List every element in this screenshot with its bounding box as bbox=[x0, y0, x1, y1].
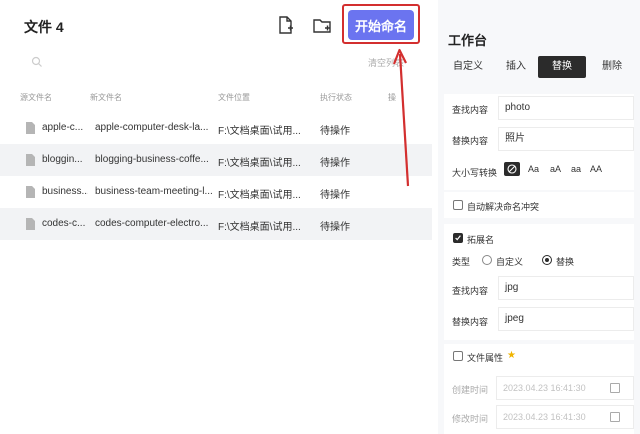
col-location: 文件位置 bbox=[218, 93, 250, 102]
type-replace-label: 替换 bbox=[556, 257, 575, 267]
replace-input[interactable]: 照片 bbox=[498, 127, 634, 151]
file-icon bbox=[26, 122, 35, 134]
col-status: 执行状态 bbox=[320, 93, 352, 102]
type-radio-replace[interactable] bbox=[542, 255, 552, 265]
case-label: 大小写转换 bbox=[452, 168, 498, 178]
new-name: business-team-meeting-l... bbox=[95, 186, 213, 197]
auto-conflict-label: 自动解决命名冲突 bbox=[467, 202, 540, 212]
file-toolbar: 文件 4 开始命名 bbox=[0, 0, 432, 50]
file-count-title: 文件 4 bbox=[24, 19, 64, 35]
source-name: codes-c... bbox=[42, 218, 86, 229]
table-row[interactable]: bloggin... blogging-business-coffe... F:… bbox=[0, 144, 432, 176]
new-name: blogging-business-coffe... bbox=[95, 154, 209, 165]
new-name: apple-computer-desk-la... bbox=[95, 122, 209, 133]
no-case-icon bbox=[507, 164, 517, 174]
table-header: 源文件名 新文件名 文件位置 执行状态 操 bbox=[0, 88, 432, 108]
auto-conflict-checkbox[interactable] bbox=[453, 200, 463, 210]
case-option-Aa[interactable]: Aa bbox=[528, 164, 539, 174]
clear-list-link[interactable]: 清空列表 bbox=[368, 56, 404, 69]
status-text: 待操作 bbox=[320, 126, 350, 137]
find-input[interactable]: photo bbox=[498, 96, 634, 120]
file-attr-label: 文件属性 bbox=[467, 353, 504, 363]
col-source-name: 源文件名 bbox=[20, 93, 52, 102]
ext-find-label: 查找内容 bbox=[452, 286, 489, 296]
file-icon bbox=[26, 154, 35, 166]
table-row[interactable]: apple-c... apple-computer-desk-la... F:\… bbox=[0, 112, 432, 144]
status-text: 待操作 bbox=[320, 222, 350, 233]
crown-icon: ★ bbox=[507, 350, 516, 361]
tab-custom[interactable]: 自定义 bbox=[446, 56, 490, 78]
source-name: bloggin... bbox=[42, 154, 83, 165]
new-name: codes-computer-electro... bbox=[95, 218, 209, 229]
file-icon bbox=[26, 218, 35, 230]
type-custom-label: 自定义 bbox=[496, 257, 524, 267]
find-label: 查找内容 bbox=[452, 105, 489, 115]
extension-checkbox[interactable] bbox=[453, 233, 463, 243]
case-option-AA[interactable]: AA bbox=[590, 164, 602, 174]
file-attr-checkbox[interactable] bbox=[453, 351, 463, 361]
case-option-aA[interactable]: aA bbox=[550, 164, 561, 174]
start-rename-button[interactable]: 开始命名 bbox=[348, 10, 414, 40]
created-label: 创建时间 bbox=[452, 385, 489, 395]
search-icon[interactable] bbox=[31, 55, 43, 67]
col-action: 操 bbox=[388, 93, 396, 102]
no-case-option[interactable] bbox=[504, 162, 520, 176]
source-name: business... bbox=[42, 186, 88, 197]
ext-replace-label: 替换内容 bbox=[452, 317, 489, 327]
calendar-icon[interactable] bbox=[610, 383, 620, 393]
file-table: apple-c... apple-computer-desk-la... F:\… bbox=[0, 112, 432, 240]
table-row[interactable]: codes-c... codes-computer-electro... F:\… bbox=[0, 208, 432, 240]
type-label: 类型 bbox=[452, 257, 471, 267]
ext-replace-input[interactable]: jpeg bbox=[498, 307, 634, 331]
file-location: F:\文档桌面\试用... bbox=[218, 190, 301, 201]
file-location: F:\文档桌面\试用... bbox=[218, 158, 301, 169]
type-radio-custom[interactable] bbox=[482, 255, 492, 265]
calendar-icon[interactable] bbox=[610, 412, 620, 422]
col-new-name: 新文件名 bbox=[90, 93, 122, 102]
add-folder-icon[interactable] bbox=[311, 14, 333, 36]
file-icon bbox=[26, 186, 35, 198]
tab-insert[interactable]: 插入 bbox=[494, 56, 538, 78]
add-file-icon[interactable] bbox=[274, 14, 296, 36]
file-location: F:\文档桌面\试用... bbox=[218, 222, 301, 233]
source-name: apple-c... bbox=[42, 122, 84, 133]
tab-delete[interactable]: 删除 bbox=[590, 56, 634, 78]
modified-label: 修改时间 bbox=[452, 414, 489, 424]
check-icon bbox=[455, 235, 461, 241]
workspace-panel: 工作台 自定义 插入 替换 删除 查找内容 photo 替换内容 照片 大小写转… bbox=[438, 0, 640, 434]
extension-label: 拓展名 bbox=[467, 235, 495, 245]
replace-label: 替换内容 bbox=[452, 136, 489, 146]
ext-find-input[interactable]: jpg bbox=[498, 276, 634, 300]
workspace-tabs: 自定义 插入 替换 删除 bbox=[442, 56, 638, 80]
status-text: 待操作 bbox=[320, 158, 350, 169]
file-location: F:\文档桌面\试用... bbox=[218, 126, 301, 137]
case-option-aa[interactable]: aa bbox=[571, 164, 581, 174]
file-list-panel: 文件 4 开始命名 清空列表 源文件名 新文件名 文件位置 执行状态 操 app… bbox=[0, 0, 432, 434]
workspace-title: 工作台 bbox=[448, 33, 488, 48]
status-text: 待操作 bbox=[320, 190, 350, 201]
table-row[interactable]: business... business-team-meeting-l... F… bbox=[0, 176, 432, 208]
tab-replace[interactable]: 替换 bbox=[538, 56, 586, 78]
